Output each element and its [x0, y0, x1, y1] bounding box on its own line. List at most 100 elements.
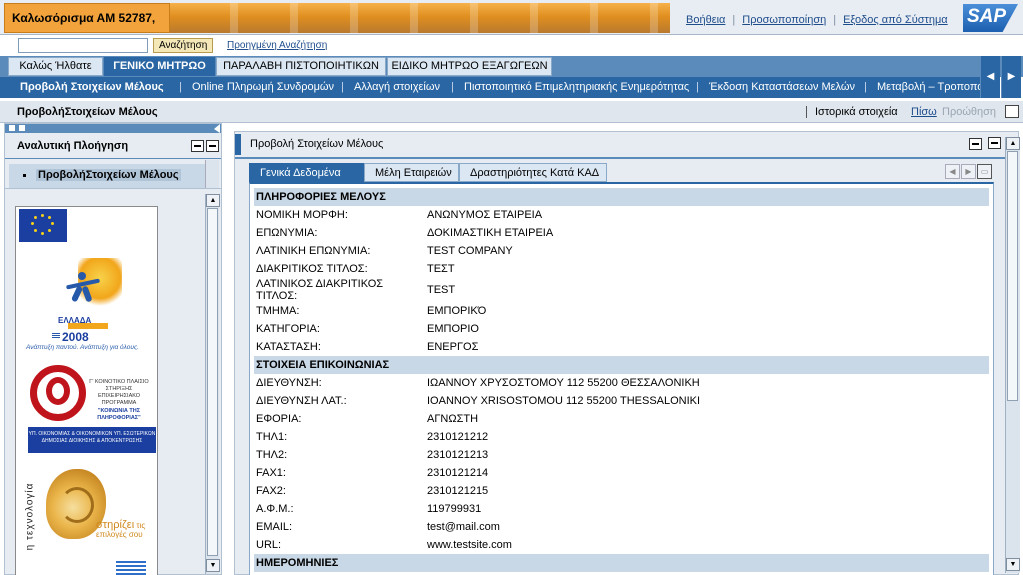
field-label: FAX1: — [256, 467, 286, 479]
scroll-down-icon[interactable]: ▼ — [206, 559, 220, 572]
field-label: ΔΙΕΥΘΥΝΣΗ: — [256, 377, 322, 389]
section-title: ΣΤΟΙΧΕΙΑ ΕΠΙΚΟΙΝΩΝΙΑΣ — [254, 356, 989, 374]
field-label: ΚΑΤΑΣΤΑΣΗ: — [256, 341, 321, 353]
advanced-search-link[interactable]: Προηγμένη Αναζήτηση — [227, 40, 327, 51]
subtab-member-reports[interactable]: Έκδοση Καταστάσεων Μελών — [709, 81, 855, 93]
field-label: EMAIL: — [256, 521, 293, 533]
tab-general-registry[interactable]: ΓΕΝΙΚΟ ΜΗΤΡΩΟ — [104, 57, 215, 76]
search-input[interactable] — [18, 38, 148, 53]
detail-row: ΕΦΟΡΙΑ: ΑΓΝΩΣΤΗ — [254, 410, 989, 428]
field-value: 2310121214 — [427, 467, 489, 479]
field-label: ΕΠΩΝΥΜΙΑ: — [256, 227, 318, 239]
subtab-change-details[interactable]: Αλλαγή στοιχείων — [354, 81, 440, 93]
tab-prev-icon[interactable]: ◀ — [945, 164, 960, 179]
sponsor-banner: ΕΛΛΑΔΑ 2008 Ανάπτυξη παντού. Ανάπτυξη γι… — [15, 206, 158, 575]
welcome-text: Καλωσόρισμα ΑΜ 52787, — [4, 3, 170, 33]
member-details-table: ΠΛΗΡΟΦΟΡΙΕΣ ΜΕΛΟΥΣ ΝΟΜΙΚΗ ΜΟΡΦΗ: ΑΝΩΝΥΜΟΣ … — [254, 188, 989, 572]
greece-2008-logo: ΕΛΛΑΔΑ 2008 — [28, 252, 142, 352]
section-header: ΣΤΟΙΧΕΙΑ ΕΠΙΚΟΙΝΩΝΙΑΣ — [254, 356, 989, 374]
subtab-certificate[interactable]: Πιστοποιητικό Επιμελητηριακής Ενημερότητ… — [464, 81, 689, 93]
field-value: 119799931 — [427, 503, 482, 515]
field-value: TEST COMPANY — [427, 245, 513, 257]
detail-row: ΚΑΤΗΓΟΡΙΑ: ΕΜΠΟΡΙΟ — [254, 320, 989, 338]
field-label: ΕΦΟΡΙΑ: — [256, 413, 302, 425]
tab-company-members[interactable]: Μέλη Εταιρειών — [364, 163, 459, 182]
scroll-thumb[interactable] — [207, 208, 218, 556]
field-label: ΔΙΕΥΘΥΝΣΗ ΛΑΤ.: — [256, 395, 347, 407]
tab-next-icon[interactable]: ▶ — [961, 164, 976, 179]
subtab-change[interactable]: Μεταβολή – Τροποποί — [877, 81, 980, 93]
detail-row: ΔΙΕΥΘΥΝΣΗ: ΙΩΑΝΝΟΥ ΧΡΥΣΟΣΤΟΜΟΥ 112 55200 … — [254, 374, 989, 392]
field-value: TEST — [427, 284, 456, 296]
field-label: ΚΑΤΗΓΟΡΙΑ: — [256, 323, 320, 335]
field-value: IOANNOY XRISOSTOMOU 112 55200 THESSALONI… — [427, 395, 701, 407]
panel-title-bar: Προβολή Στοιχείων Μέλους — [235, 132, 1018, 159]
field-value: ΔΟΚΙΜΑΣΤΙΚΗ ΕΤΑΙΡΕΙΑ — [427, 227, 554, 239]
personalize-link[interactable]: Προσωποποίηση — [742, 14, 826, 26]
page-menu-icon[interactable] — [1005, 105, 1019, 118]
at-program: "ΚΟΙΝΩΝΙΑ ΤΗΣ ΠΛΗΡΟΦΟΡΙΑΣ" — [97, 407, 141, 421]
forward-link: Προώθηση — [942, 106, 997, 118]
tabs-scroll-right-icon[interactable]: ▶ — [1001, 56, 1021, 98]
greece-slogan: Ανάπτυξη παντού. Ανάπτυξη για όλους. — [26, 344, 139, 351]
tab-certificates[interactable]: ΠΑΡΑΛΑΒΗ ΠΙΣΤΟΠΟΙΗΤΙΚΩΝ — [216, 57, 386, 76]
tab-exporters-registry[interactable]: ΕΙΔΙΚΟ ΜΗΤΡΩΟ ΕΞΑΓΩΓΕΩΝ — [387, 57, 552, 76]
history-link[interactable]: Ιστορικά στοιχεία — [806, 106, 898, 118]
sap-logo: SAP — [963, 4, 1018, 32]
panel-scroll-down-icon[interactable]: ▼ — [1006, 558, 1020, 571]
sub-tab-bar: Προβολή Στοιχείων Μέλους | Online Πληρωμ… — [0, 77, 980, 98]
tabs-scroll-left-icon[interactable]: ◀ — [980, 56, 1000, 98]
subtab-online-payment[interactable]: Online Πληρωμή Συνδρομών — [192, 81, 334, 93]
at-ministries: ΥΠ. ΟΙΚΟΝΟΜΙΑΣ & ΟΙΚΟΝΟΜΙΚΩΝ ΥΠ. ΕΣΩΤΕΡΙ… — [28, 427, 156, 453]
back-link[interactable]: Πίσω — [911, 106, 937, 118]
section-header: ΗΜΕΡΟΜΗΝΙΕΣ — [254, 554, 989, 572]
panel-minimize-icon[interactable] — [988, 137, 1001, 149]
nav-item-view-member[interactable]: ΠροβολήΣτοιχείων Μέλους — [9, 164, 206, 188]
search-button[interactable]: Αναζήτηση — [153, 38, 214, 53]
page-title-bar: ΠροβολήΣτοιχείων Μέλους Ιστορικά στοιχεί… — [0, 101, 1023, 123]
field-value: ΑΓΝΩΣΤΗ — [427, 413, 479, 425]
detail-row: Α.Φ.Μ.: 119799931 — [254, 500, 989, 518]
panel-scroll-up-icon[interactable]: ▲ — [1006, 137, 1020, 150]
field-value: 2310121212 — [427, 431, 489, 443]
panel-menu-icon[interactable] — [969, 138, 982, 150]
field-label: Α.Φ.Μ.: — [256, 503, 294, 515]
nav-title: Αναλυτική Πλοήγηση — [17, 140, 129, 152]
field-value: ΕΜΠΟΡΙΟ — [427, 323, 479, 335]
tab-general-data[interactable]: Γενικά Δεδομένα — [249, 163, 364, 182]
general-data-content: ΠΛΗΡΟΦΟΡΙΕΣ ΜΕΛΟΥΣ ΝΟΜΙΚΗ ΜΟΡΦΗ: ΑΝΩΝΥΜΟΣ … — [249, 182, 994, 575]
panel-scrollbar[interactable]: ▲ ▼ — [1005, 137, 1020, 573]
tab-welcome[interactable]: Καλώς Ήλθατε — [8, 57, 103, 76]
tech-vertical-text: η τεχνολογία — [24, 482, 36, 551]
at-text: Γ' ΚΟΙΝΟΤΙΚΟ ΠΛΑΙΣΙΟ ΣΤΗΡΙΞΗΣ ΕΠΙΧΕΙΡΗΣΙ… — [89, 379, 149, 407]
field-value: www.testsite.com — [427, 539, 512, 551]
detail-row: ΚΑΤΑΣΤΑΣΗ: ΕΝΕΡΓΟΣ — [254, 338, 989, 356]
nav-minimize-icon[interactable] — [191, 140, 204, 152]
field-value: ΙΩΑΝΝΟΥ ΧΡΥΣΟΣΤΟΜΟΥ 112 55200 ΘΕΣΣΑΛΟΝΙΚ… — [427, 377, 700, 389]
tab-list-icon[interactable]: ▭ — [977, 164, 992, 179]
detailed-navigation: Αναλυτική Πλοήγηση ΠροβολήΣτοιχείων Μέλο… — [4, 123, 222, 575]
nav-minimize-icon-2[interactable] — [206, 140, 219, 152]
nav-scrollbar[interactable] — [205, 160, 219, 188]
field-value: ΑΝΩΝΥΜΟΣ ΕΤΑΙΡΕΙΑ — [427, 209, 543, 221]
help-link[interactable]: Βοήθεια — [686, 14, 725, 26]
detail-row: ΛΑΤΙΝΙΚΗ ΕΠΩΝΥΜΙΑ: TEST COMPANY — [254, 242, 989, 260]
section-header: ΠΛΗΡΟΦΟΡΙΕΣ ΜΕΛΟΥΣ — [254, 188, 989, 206]
detail-row: URL: www.testsite.com — [254, 536, 989, 554]
scroll-up-icon[interactable]: ▲ — [206, 194, 220, 207]
greek-flag-icon — [116, 561, 146, 575]
nav-collapse-strip[interactable] — [5, 124, 221, 133]
page-title: ΠροβολήΣτοιχείων Μέλους — [17, 106, 158, 118]
header-banner-image — [170, 3, 670, 33]
field-value: test@mail.com — [427, 521, 500, 533]
subtab-view-member[interactable]: Προβολή Στοιχείων Μέλους — [20, 81, 164, 93]
detail-row: ΤΗΛ1: 2310121212 — [254, 428, 989, 446]
tech-support-2: τις — [136, 521, 146, 530]
field-label: FAX2: — [256, 485, 286, 497]
field-value: 2310121215 — [427, 485, 489, 497]
panel-scroll-thumb[interactable] — [1007, 151, 1018, 401]
logout-link[interactable]: Εξοδος από Σύστημα — [843, 14, 948, 26]
banner-scrollbar[interactable]: ▲ ▼ — [205, 194, 220, 574]
detail-row: ΕΠΩΝΥΜΙΑ: ΔΟΚΙΜΑΣΤΙΚΗ ΕΤΑΙΡΕΙΑ — [254, 224, 989, 242]
tab-kad-activities[interactable]: Δραστηριότητες Κατά ΚΑΔ — [459, 163, 607, 182]
